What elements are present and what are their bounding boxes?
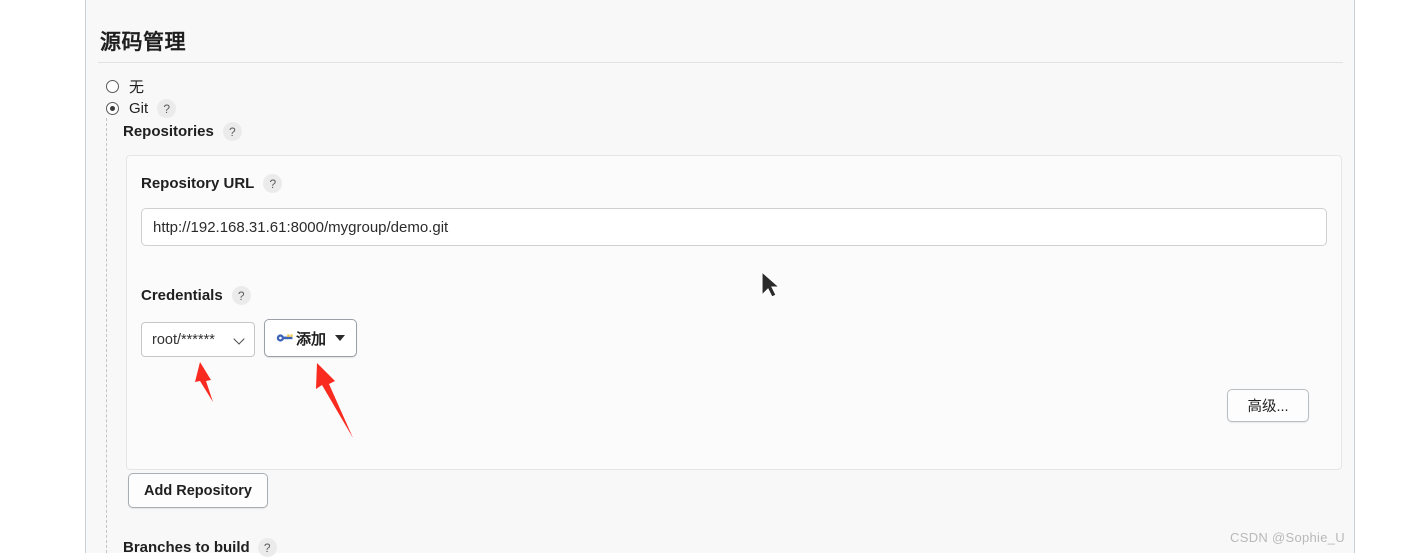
key-icon xyxy=(276,331,294,345)
caret-down-icon xyxy=(335,335,346,341)
branches-to-build-heading: Branches to build ? xyxy=(123,538,277,557)
credentials-label: Credentials xyxy=(141,287,223,304)
scm-option-none[interactable]: 无 xyxy=(106,76,144,97)
add-repository-label: Add Repository xyxy=(144,482,252,499)
scm-settings-panel: 源码管理 无 Git ? Repositories ? Repository U… xyxy=(85,0,1355,557)
help-icon-git[interactable]: ? xyxy=(157,99,177,118)
page-title: 源码管理 xyxy=(100,31,186,54)
repository-url-input[interactable] xyxy=(141,208,1327,246)
repository-url-label-row: Repository URL ? xyxy=(141,174,283,193)
credentials-select[interactable]: root/****** xyxy=(141,322,255,357)
watermark: CSDN @Sophie_U xyxy=(1230,530,1345,545)
help-icon-repository-url[interactable]: ? xyxy=(263,174,283,193)
advanced-label: 高级... xyxy=(1247,399,1289,415)
radio-none[interactable] xyxy=(106,80,119,93)
credentials-selected-value: root/****** xyxy=(152,331,215,348)
repositories-heading: Repositories ? xyxy=(123,122,242,141)
advanced-button[interactable]: 高级... xyxy=(1227,389,1309,422)
repository-card: Repository URL ? Credentials ? root/****… xyxy=(126,155,1342,470)
scm-option-none-label: 无 xyxy=(129,79,145,96)
scm-option-git[interactable]: Git ? xyxy=(106,99,177,118)
add-credentials-button[interactable]: 添加 xyxy=(264,319,358,357)
repository-url-label: Repository URL xyxy=(141,175,255,192)
chevron-down-icon xyxy=(235,334,246,345)
credentials-label-row: Credentials ? xyxy=(141,286,251,305)
scm-option-git-label: Git xyxy=(129,100,149,117)
help-icon-repositories[interactable]: ? xyxy=(222,122,242,141)
git-section-guide xyxy=(106,118,107,553)
radio-git[interactable] xyxy=(106,102,119,115)
help-icon-branches[interactable]: ? xyxy=(257,538,277,557)
add-repository-button[interactable]: Add Repository xyxy=(128,473,268,508)
add-credentials-label: 添加 xyxy=(296,330,327,348)
help-icon-credentials[interactable]: ? xyxy=(231,286,251,305)
branches-to-build-label: Branches to build xyxy=(123,539,250,556)
repositories-label: Repositories xyxy=(123,123,214,140)
title-divider xyxy=(98,62,1343,63)
